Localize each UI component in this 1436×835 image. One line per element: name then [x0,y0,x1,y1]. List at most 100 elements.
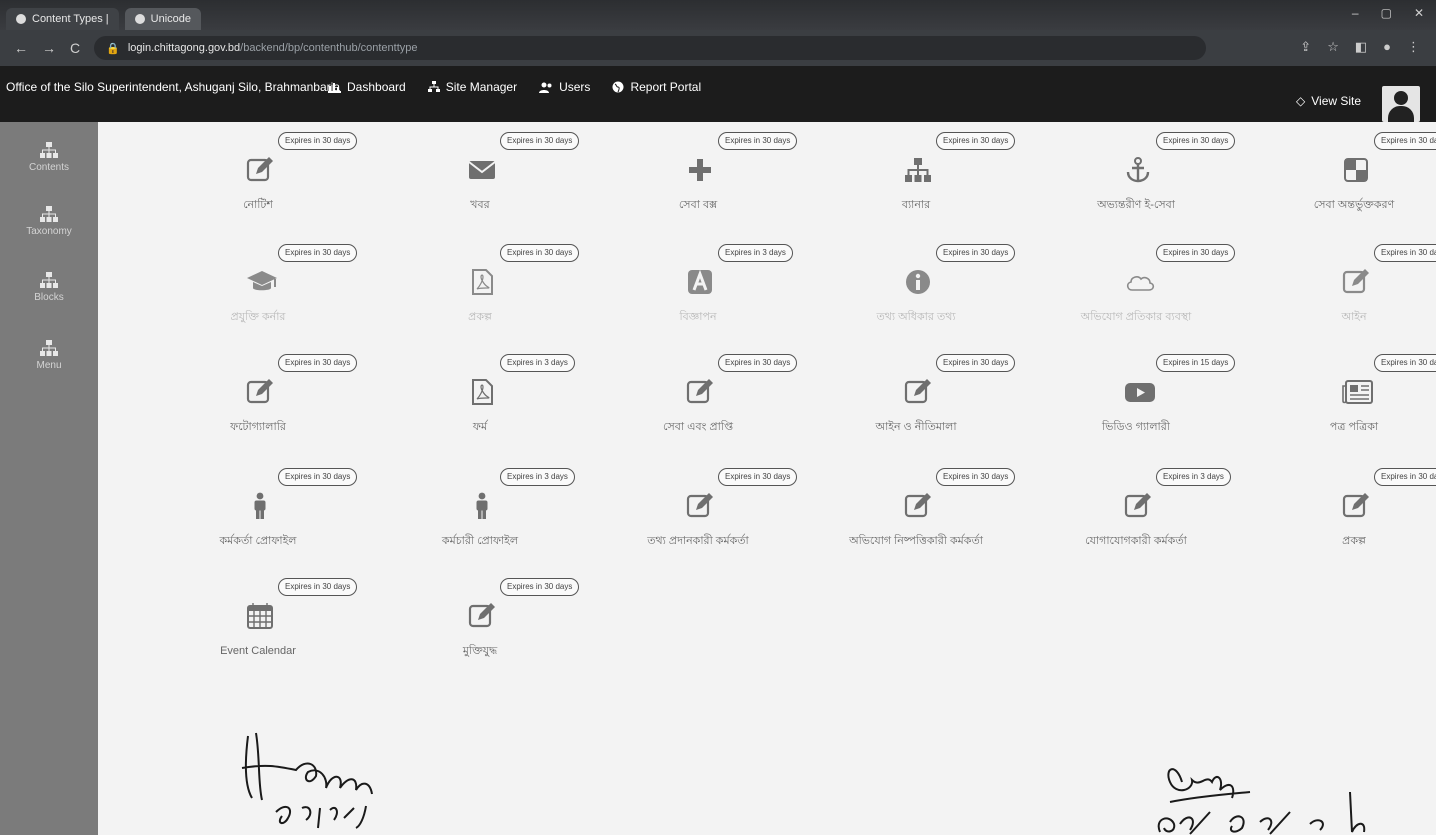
sidebar-item-menu[interactable]: Menu [0,340,98,371]
person-icon [246,492,274,520]
edit-icon [904,378,932,406]
content-type-tile[interactable]: Expires in 30 days সেবা অন্তর্ভুক্তকরণ [1254,126,1436,236]
content-type-tile[interactable]: Expires in 30 days প্রযুক্তি কর্নার [158,238,358,348]
font-icon [686,268,714,296]
nav-label: Dashboard [347,80,406,94]
profile-icon[interactable]: ● [1383,39,1391,55]
content-type-label: প্রযুক্তি কর্নার [230,311,286,323]
content-type-label: পত্র পত্রিকা [1329,421,1379,433]
expiry-badge: Expires in 30 days [936,468,1016,486]
maximize-icon[interactable]: ▢ [1381,6,1392,20]
content-type-label: প্রকল্প [468,311,492,323]
users-icon [539,82,552,93]
content-type-tile[interactable]: Expires in 30 days খবর [380,126,580,236]
content-type-tile[interactable]: Expires in 30 days পত্র পত্রিকা [1254,348,1436,458]
office-title[interactable]: Office of the Silo Superintendent, Ashug… [6,80,340,94]
share-icon[interactable]: ⇪ [1300,39,1311,55]
edit-icon [904,492,932,520]
expiry-badge: Expires in 30 days [278,578,358,596]
content-type-tile[interactable]: Expires in 30 days তথ্য অধিকার তথ্য [816,238,1016,348]
content-type-tile[interactable]: Expires in 30 days অভিযোগ প্রতিকার ব্যবস্… [1036,238,1236,348]
nav-dashboard[interactable]: Dashboard [328,80,406,94]
content-type-tile[interactable]: Expires in 30 days মুক্তিযুদ্ধ [380,572,580,682]
browser-tab-content-types[interactable]: Content Types | [6,8,119,30]
url-input[interactable]: 🔒 login.chittagong.gov.bd /backend/bp/co… [94,36,1207,60]
minimize-icon[interactable]: – [1352,6,1359,20]
content-type-label: সেবা অন্তর্ভুক্তকরণ [1313,199,1395,211]
sidebar-item-label: Menu [36,360,62,371]
graduation-cap-icon [246,268,277,296]
content-type-tile[interactable]: Expires in 30 days প্রকল্প [380,238,580,348]
nav-site-manager[interactable]: Site Manager [427,80,517,94]
sitemap-icon [40,340,58,356]
content-type-tile[interactable]: Expires in 30 days অভ্যন্তরীণ ই-সেবা [1036,126,1236,236]
sidebar-item-blocks[interactable]: Blocks [0,272,98,303]
view-site-label: View Site [1311,94,1362,108]
content-type-tile[interactable]: Expires in 30 days সেবা বক্স [598,126,798,236]
content-type-label: ব্যানার [901,199,931,211]
content-type-tile[interactable]: Expires in 15 days ভিডিও গ্যালারী [1036,348,1236,458]
content-type-tile[interactable]: Expires in 30 days অভিযোগ নিষ্পত্তিকারী ক… [816,462,1016,572]
content-type-label: কর্মচারী প্রোফাইল [441,535,519,547]
content-type-label: আইন ও নীতিমালা [875,421,957,433]
content-type-tile[interactable]: Expires in 30 days আইন [1254,238,1436,348]
sidebar-item-taxonomy[interactable]: Taxonomy [0,206,98,237]
content-type-tile[interactable]: Expires in 30 days তথ্য প্রদানকারী কর্মকর… [598,462,798,572]
sidepanel-icon[interactable]: ◧ [1355,39,1367,55]
content-type-tile[interactable]: Expires in 30 days কর্মকর্তা প্রোফাইল [158,462,358,572]
content-type-label: বিজ্ঞাপন [679,311,717,323]
expiry-badge: Expires in 30 days [1156,132,1236,150]
expiry-badge: Expires in 30 days [1374,244,1436,262]
content-type-tile[interactable]: Expires in 30 days নোটিশ [158,126,358,236]
browser-tab-unicode[interactable]: Unicode [124,8,202,30]
content-type-tile[interactable]: Expires in 30 days ফটোগ্যালারি [158,348,358,458]
newspaper-icon [1342,378,1373,406]
edit-icon [686,378,714,406]
sidebar-item-label: Contents [28,162,70,173]
nav-report-portal[interactable]: Report Portal [612,80,701,94]
content-type-tile[interactable]: Expires in 3 days কর্মচারী প্রোফাইল [380,462,580,572]
expiry-badge: Expires in 3 days [500,354,575,372]
expiry-badge: Expires in 30 days [278,244,358,262]
content-type-tile[interactable]: Expires in 30 days আইন ও নীতিমালা [816,348,1016,458]
content-type-tile[interactable]: Expires in 30 days ব্যানার [816,126,1016,236]
edit-icon [246,156,274,184]
content-type-label: মুক্তিযুদ্ধ [462,645,498,657]
sitemap-icon [904,156,932,184]
signature-right [1157,768,1366,835]
sidebar-item-contents[interactable]: Contents [0,142,98,173]
nav-users[interactable]: Users [539,80,590,94]
menu-kebab-icon[interactable]: ⋮ [1407,39,1420,55]
reload-icon[interactable]: C [70,40,80,56]
nav-label: Report Portal [630,80,702,94]
chart-icon [328,82,341,93]
avatar-body [1388,106,1414,122]
content-type-tile[interactable]: Expires in 30 days সেবা এবং প্রাপ্তি [598,348,798,458]
content-type-label: অভ্যন্তরীণ ই-সেবা [1097,199,1175,211]
content-type-tile[interactable]: Expires in 3 days বিজ্ঞাপন [598,238,798,348]
content-type-label: ফর্ম [472,421,488,433]
expiry-badge: Expires in 30 days [278,132,358,150]
content-type-tile[interactable]: Expires in 30 days Event Calendar [158,572,358,682]
avatar-head [1394,91,1408,105]
content-type-label: তথ্য প্রদানকারী কর্মকর্তা [647,535,749,547]
avatar[interactable] [1382,86,1420,122]
sidebar-item-label: Blocks [34,292,64,303]
expiry-badge: Expires in 30 days [1374,468,1436,486]
content-type-tile[interactable]: Expires in 3 days যোগাযোগকারী কর্মকর্তা [1036,462,1236,572]
content-type-tile[interactable]: Expires in 3 days ফর্ম [380,348,580,458]
forward-icon[interactable]: → [42,40,56,56]
cloud-icon [1124,268,1155,296]
expiry-badge: Expires in 3 days [500,468,575,486]
expiry-badge: Expires in 30 days [936,354,1016,372]
globe-icon [612,81,624,93]
edit-icon [1124,492,1152,520]
close-icon[interactable]: ✕ [1414,6,1424,20]
plus-icon [686,156,714,184]
view-site-link[interactable]: ◇ View Site [1296,94,1361,108]
content-type-tile[interactable]: Expires in 30 days প্রকল্প [1254,462,1436,572]
star-icon[interactable]: ☆ [1327,39,1339,55]
back-icon[interactable]: ← [14,40,28,56]
content-type-label: প্রকল্প [1342,535,1366,547]
expiry-badge: Expires in 30 days [718,132,798,150]
